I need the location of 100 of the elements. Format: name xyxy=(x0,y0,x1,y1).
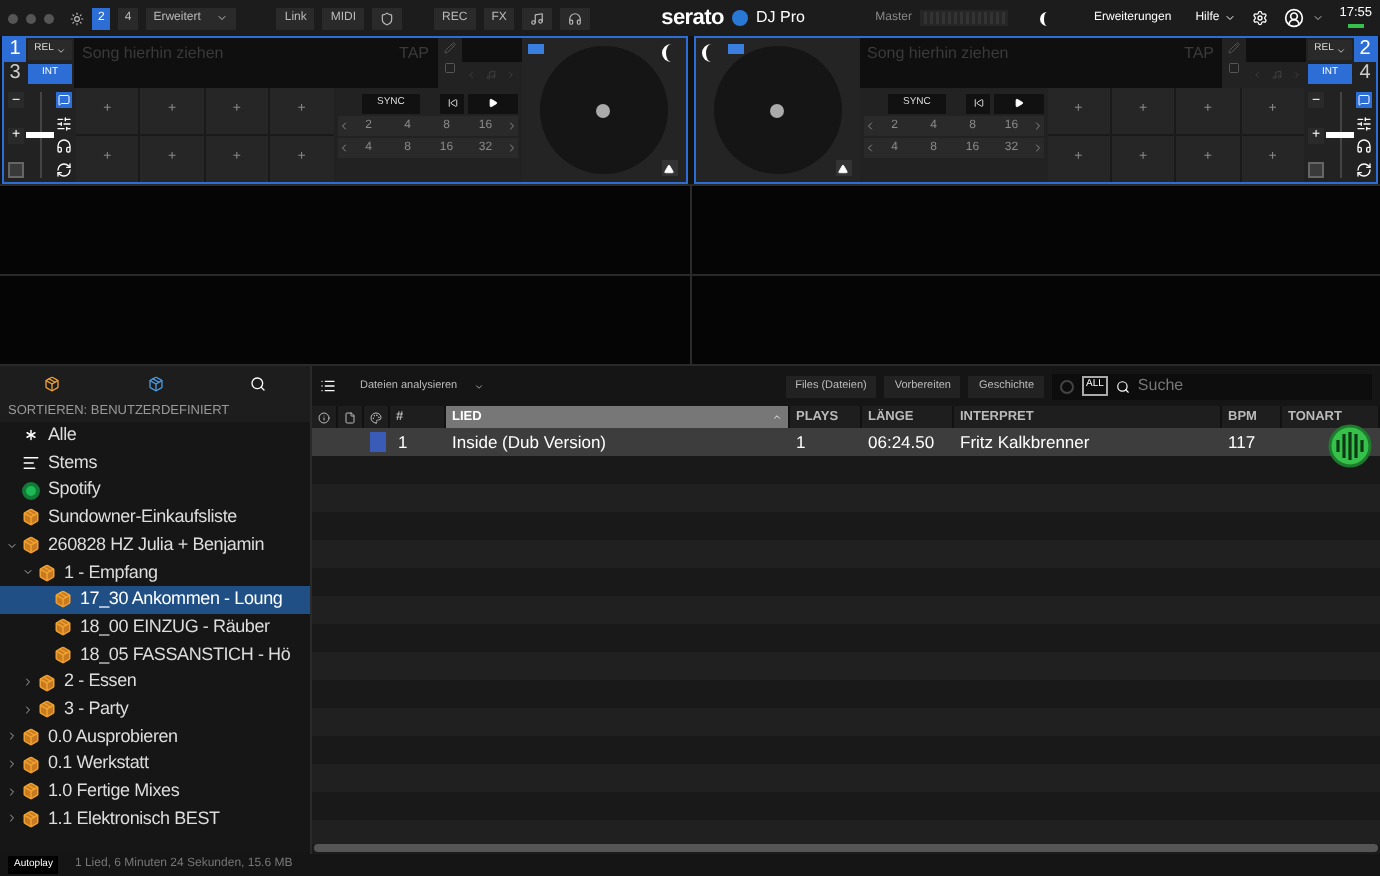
deck-view-icon[interactable] xyxy=(527,44,543,54)
loop-icon[interactable] xyxy=(1356,161,1372,178)
crate-item[interactable]: Stems xyxy=(0,449,310,477)
play-button[interactable] xyxy=(468,93,517,113)
cue-icon[interactable] xyxy=(56,92,72,108)
sliders-icon[interactable] xyxy=(1356,115,1372,132)
collapse-caret-icon[interactable] xyxy=(6,812,18,825)
crate-item[interactable]: Spotify xyxy=(0,476,310,505)
crate-label: 0.0 Ausprobieren xyxy=(48,723,178,750)
brightness-icon[interactable] xyxy=(70,11,84,25)
pitch-slider-thumb[interactable] xyxy=(1326,132,1354,138)
crate-item[interactable]: 0.1 Werkstatt xyxy=(0,750,310,778)
pitch-slider[interactable] xyxy=(28,92,52,178)
crate-item[interactable]: 18_05 FASSANSTICH - Hö xyxy=(0,641,310,669)
logo-mark-icon xyxy=(731,10,748,26)
skip-back-icon xyxy=(973,98,984,108)
crate-label: 260828 HZ Julia + Benjamin xyxy=(48,531,265,558)
square-icon[interactable] xyxy=(1228,62,1240,74)
settings-icon[interactable] xyxy=(1251,10,1268,26)
user-menu-caret-icon[interactable] xyxy=(1311,12,1324,24)
user-icon[interactable] xyxy=(1283,8,1304,28)
product-name: DJ Pro xyxy=(755,6,805,30)
crate-icon xyxy=(54,590,72,609)
crate-label: 1.0 Fertige Mixes xyxy=(48,778,180,805)
streaming-icon xyxy=(22,481,40,500)
shield-icon xyxy=(380,11,395,25)
crate-label: Stems xyxy=(48,449,98,476)
eject-button[interactable] xyxy=(835,160,851,176)
crate-icon xyxy=(54,618,72,637)
view-list-icon[interactable] xyxy=(320,378,336,394)
app-logo: serato xyxy=(661,3,724,34)
play-icon xyxy=(1013,98,1024,108)
headphones-icon[interactable] xyxy=(1356,138,1372,155)
horizontal-scrollbar[interactable] xyxy=(314,844,1378,852)
table-cell-text: Fritz Kalkbrenner xyxy=(958,429,1092,455)
deck-number[interactable]: 2 xyxy=(1354,38,1376,62)
crate-item[interactable]: 18_00 EINZUG - Räuber xyxy=(0,613,310,641)
deck-number[interactable]: 3 xyxy=(4,62,26,86)
lock-icon[interactable] xyxy=(8,162,24,178)
add-smart-crate-icon xyxy=(147,375,163,391)
caret-icon xyxy=(55,45,66,55)
table-cell-text: Inside (Dub Version) xyxy=(450,429,609,455)
expand-caret-icon[interactable] xyxy=(6,539,18,552)
pencil-icon[interactable] xyxy=(1228,42,1240,54)
deck-view-icon[interactable] xyxy=(727,44,743,54)
table-cell-text: 06:24.50 xyxy=(866,429,937,455)
caret-icon xyxy=(1335,45,1346,55)
info-column-icon[interactable] xyxy=(318,411,330,423)
track-row[interactable]: 1 Inside (Dub Version) 1 06:24.50 Fritz Kalkbrenner 117 xyxy=(312,428,1380,456)
key-display xyxy=(1246,38,1306,62)
crate-label: 18_05 FASSANSTICH - Hö xyxy=(80,641,291,668)
file-column-icon[interactable] xyxy=(344,411,356,423)
crate-icon xyxy=(38,700,56,719)
collapse-caret-icon[interactable] xyxy=(22,676,34,689)
sampler-button[interactable] xyxy=(522,7,553,29)
headphones-button[interactable] xyxy=(560,7,591,29)
search-icon xyxy=(250,375,267,391)
expand-caret-icon[interactable] xyxy=(22,566,34,579)
crate-item[interactable]: 0.0 Ausprobieren xyxy=(0,723,310,751)
crate-label: 0.1 Werkstatt xyxy=(48,750,149,777)
pitch-slider-thumb[interactable] xyxy=(26,132,54,138)
crate-item[interactable]: 1.1 Elektronisch BEST xyxy=(0,805,310,833)
square-icon[interactable] xyxy=(443,62,455,74)
crate-item[interactable]: Alle xyxy=(0,422,310,450)
headphones-icon[interactable] xyxy=(56,138,72,155)
crate-label: 1 - Empfang xyxy=(64,559,158,586)
music-note-icon xyxy=(530,11,545,25)
play-icon xyxy=(487,98,498,108)
crate-item[interactable]: Sundowner-Einkaufsliste xyxy=(0,504,310,532)
crate-item[interactable]: 260828 HZ Julia + Benjamin xyxy=(0,531,310,559)
crate-item[interactable]: 2 - Essen xyxy=(0,668,310,696)
eject-button[interactable] xyxy=(661,160,677,176)
color-column-icon[interactable] xyxy=(370,411,382,423)
pencil-icon[interactable] xyxy=(443,42,455,54)
skip-back-icon xyxy=(447,98,458,108)
cue-icon[interactable] xyxy=(1356,92,1372,108)
search-icon xyxy=(1115,379,1130,393)
cue-button[interactable] xyxy=(966,93,991,113)
pitch-slider[interactable] xyxy=(1328,92,1352,178)
sliders-icon[interactable] xyxy=(56,115,72,132)
loop-icon[interactable] xyxy=(56,161,72,178)
cue-button[interactable] xyxy=(440,93,465,113)
play-button[interactable] xyxy=(994,93,1043,113)
crate-label: 2 - Essen xyxy=(64,668,137,695)
eject-icon xyxy=(664,163,674,173)
collapse-caret-icon[interactable] xyxy=(22,703,34,716)
collapse-caret-icon[interactable] xyxy=(6,730,18,743)
deck-number[interactable]: 4 xyxy=(1354,62,1376,86)
crate-icon xyxy=(54,645,72,664)
deck-number[interactable]: 1 xyxy=(4,38,26,62)
crate-item[interactable]: 17_30 Ankommen - Loung xyxy=(0,586,310,614)
crate-item[interactable]: 1.0 Fertige Mixes xyxy=(0,777,310,806)
crate-icon xyxy=(22,755,40,774)
crate-label: Sundowner-Einkaufsliste xyxy=(48,504,237,531)
collapse-caret-icon[interactable] xyxy=(6,758,18,771)
shield-button[interactable] xyxy=(372,7,403,29)
crate-item[interactable]: 1 - Empfang xyxy=(0,558,310,587)
crate-item[interactable]: 3 - Party xyxy=(0,695,310,724)
collapse-caret-icon[interactable] xyxy=(6,785,18,798)
lock-icon[interactable] xyxy=(1308,162,1324,178)
